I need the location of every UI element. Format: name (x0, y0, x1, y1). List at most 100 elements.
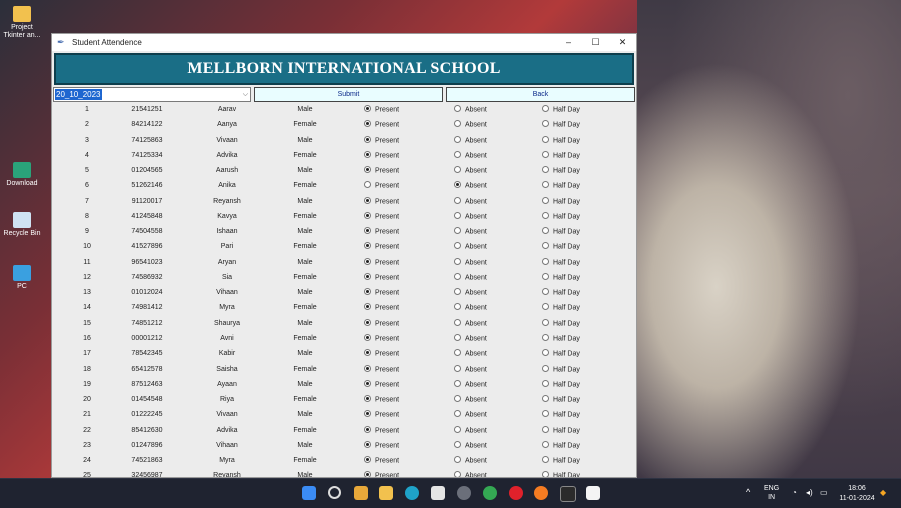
radio-absent[interactable]: Absent (454, 135, 487, 144)
radio-absent[interactable]: Absent (454, 349, 487, 358)
radio-button[interactable] (454, 395, 461, 403)
radio-button[interactable] (454, 181, 461, 189)
desktop-icon-project[interactable]: Project Tkinter an... (2, 6, 42, 40)
file-explorer-icon[interactable] (379, 486, 393, 500)
battery-icon[interactable]: ▭ (820, 488, 828, 497)
radio-button[interactable] (454, 135, 461, 143)
radio-button[interactable] (364, 242, 371, 250)
radio-button[interactable] (364, 425, 371, 433)
maximize-button[interactable]: ☐ (582, 34, 609, 51)
radio-present[interactable]: Present (364, 364, 399, 373)
radio-present[interactable]: Present (364, 425, 399, 434)
radio-button[interactable] (364, 349, 371, 357)
radio-button[interactable] (364, 257, 371, 265)
radio-button[interactable] (364, 303, 371, 311)
radio-button[interactable] (454, 456, 461, 464)
radio-button[interactable] (454, 303, 461, 311)
radio-absent[interactable]: Absent (454, 166, 487, 174)
radio-present[interactable]: Present (364, 440, 399, 449)
radio-button[interactable] (454, 105, 461, 112)
radio-button[interactable] (454, 349, 461, 357)
radio-button[interactable] (542, 440, 549, 448)
radio-present[interactable]: Present (364, 379, 399, 388)
radio-button[interactable] (364, 440, 371, 448)
radio-button[interactable] (364, 318, 371, 326)
radio-button[interactable] (454, 242, 461, 250)
radio-present[interactable]: Present (364, 150, 399, 159)
radio-present[interactable]: Present (364, 288, 399, 297)
radio-present[interactable]: Present (364, 242, 399, 251)
radio-button[interactable] (542, 471, 549, 477)
radio-button[interactable] (542, 425, 549, 433)
radio-half-day[interactable]: Half Day (542, 211, 580, 220)
radio-half-day[interactable]: Half Day (542, 333, 580, 342)
date-combobox[interactable]: 20_10_2023 ⌵ (53, 87, 251, 102)
radio-half-day[interactable]: Half Day (542, 272, 580, 281)
radio-half-day[interactable]: Half Day (542, 440, 580, 449)
radio-button[interactable] (542, 410, 549, 418)
radio-button[interactable] (542, 456, 549, 464)
radio-button[interactable] (542, 257, 549, 265)
radio-button[interactable] (542, 211, 549, 219)
radio-half-day[interactable]: Half Day (542, 364, 580, 373)
radio-absent[interactable]: Absent (454, 379, 487, 388)
radio-present[interactable]: Present (364, 456, 399, 464)
radio-present[interactable]: Present (364, 272, 399, 281)
radio-button[interactable] (364, 456, 371, 464)
radio-present[interactable]: Present (364, 318, 399, 327)
submit-button[interactable]: Submit (254, 87, 443, 102)
radio-absent[interactable]: Absent (454, 272, 487, 281)
radio-button[interactable] (364, 135, 371, 143)
store-icon[interactable] (431, 486, 445, 500)
radio-absent[interactable]: Absent (454, 410, 487, 419)
radio-button[interactable] (364, 120, 371, 128)
radio-present[interactable]: Present (364, 181, 399, 190)
radio-absent[interactable]: Absent (454, 105, 487, 113)
radio-button[interactable] (542, 272, 549, 280)
radio-half-day[interactable]: Half Day (542, 227, 580, 235)
radio-half-day[interactable]: Half Day (542, 166, 580, 174)
radio-button[interactable] (454, 120, 461, 128)
radio-button[interactable] (542, 364, 549, 372)
radio-button[interactable] (364, 272, 371, 280)
notification-bell-icon[interactable]: ◆ (880, 488, 886, 497)
radio-button[interactable] (454, 288, 461, 296)
radio-button[interactable] (542, 181, 549, 189)
radio-button[interactable] (542, 288, 549, 296)
radio-half-day[interactable]: Half Day (542, 242, 580, 251)
radio-absent[interactable]: Absent (454, 425, 487, 434)
chrome-icon[interactable] (483, 486, 497, 500)
minimize-button[interactable]: – (555, 34, 582, 51)
radio-button[interactable] (364, 333, 371, 341)
radio-button[interactable] (364, 410, 371, 418)
radio-button[interactable] (542, 166, 549, 174)
radio-absent[interactable]: Absent (454, 288, 487, 297)
radio-absent[interactable]: Absent (454, 257, 487, 266)
radio-present[interactable]: Present (364, 395, 399, 403)
radio-button[interactable] (454, 318, 461, 326)
back-button[interactable]: Back (446, 87, 635, 102)
radio-present[interactable]: Present (364, 135, 399, 144)
radio-present[interactable]: Present (364, 105, 399, 113)
radio-absent[interactable]: Absent (454, 196, 487, 205)
radio-button[interactable] (454, 227, 461, 235)
radio-absent[interactable]: Absent (454, 333, 487, 342)
chevron-up-icon[interactable]: ^ (746, 487, 750, 497)
language-indicator[interactable]: ENG IN (764, 484, 779, 502)
radio-button[interactable] (542, 395, 549, 403)
wifi-icon[interactable]: ◔ (792, 488, 797, 497)
radio-button[interactable] (364, 288, 371, 296)
radio-present[interactable]: Present (364, 349, 399, 358)
search-icon[interactable] (328, 486, 341, 499)
settings-icon[interactable] (457, 486, 471, 500)
terminal-icon[interactable] (560, 486, 576, 502)
radio-present[interactable]: Present (364, 196, 399, 205)
radio-button[interactable] (454, 410, 461, 418)
radio-button[interactable] (542, 318, 549, 326)
radio-button[interactable] (454, 425, 461, 433)
radio-absent[interactable]: Absent (454, 227, 487, 235)
radio-button[interactable] (454, 196, 461, 204)
radio-absent[interactable]: Absent (454, 181, 487, 190)
radio-half-day[interactable]: Half Day (542, 318, 580, 327)
radio-present[interactable]: Present (364, 257, 399, 266)
